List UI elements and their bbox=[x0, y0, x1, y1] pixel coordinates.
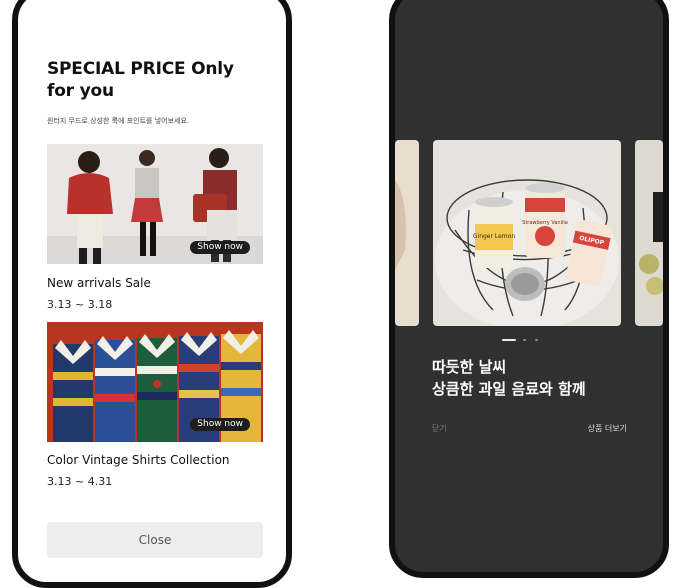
card-date: 3.13 ~ 3.18 bbox=[47, 298, 113, 311]
vintage-shirts-image[interactable]: Show now bbox=[47, 322, 263, 442]
promo-subtitle: 윈터지 무드로 상성한 룩에 포인트를 넣어보세요. bbox=[47, 117, 190, 125]
drinks-slide-image[interactable]: Ginger Lemon Strawberry Vanilla OLIPOP bbox=[433, 140, 621, 326]
close-button[interactable]: Close bbox=[47, 522, 263, 558]
view-more-products-link[interactable]: 상품 더보기 bbox=[588, 423, 627, 434]
story-popup-phone: Ginger Lemon Strawberry Vanilla OLIPOP 따… bbox=[389, 0, 669, 578]
shop-now-button[interactable]: Show now bbox=[190, 418, 250, 431]
pagination-dot[interactable] bbox=[535, 339, 538, 341]
story-headline-line-1: 따듯한 날씨 bbox=[432, 358, 507, 376]
pagination-dot-active[interactable] bbox=[502, 339, 516, 341]
new-arrivals-image[interactable]: Show now bbox=[47, 144, 263, 264]
shop-now-button[interactable]: Show now bbox=[190, 241, 250, 254]
pagination-dot[interactable] bbox=[523, 339, 526, 341]
next-slide[interactable] bbox=[635, 140, 663, 326]
dismiss-link[interactable]: 닫기 bbox=[432, 423, 447, 434]
can-label: Strawberry Vanilla bbox=[522, 220, 568, 226]
previous-slide[interactable] bbox=[395, 140, 419, 326]
story-headline-line-2: 상큼한 과일 음료와 함께 bbox=[432, 380, 586, 398]
card-date: 3.13 ~ 4.31 bbox=[47, 475, 113, 488]
can-label: Ginger Lemon bbox=[473, 233, 515, 240]
card-title[interactable]: New arrivals Sale bbox=[47, 276, 151, 290]
promo-popup-phone: SPECIAL PRICE Only for you 윈터지 무드로 상성한 룩… bbox=[12, 0, 292, 588]
card-title[interactable]: Color Vintage Shirts Collection bbox=[47, 453, 230, 467]
promo-title: SPECIAL PRICE Only for you bbox=[47, 59, 234, 101]
